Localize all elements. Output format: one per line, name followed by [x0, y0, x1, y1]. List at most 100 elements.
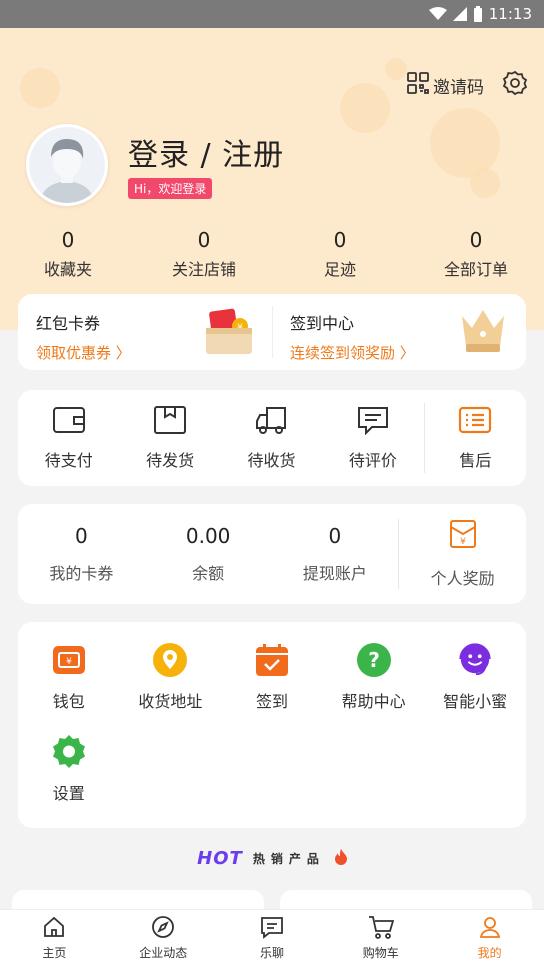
personal-rewards[interactable]: ¥ 个人奖励	[399, 519, 526, 589]
wallet-value: 0	[75, 524, 88, 548]
balance[interactable]: 0.00 余额	[145, 524, 272, 584]
stat-footprints[interactable]: 0 足迹	[275, 228, 405, 280]
tool-label: 签到	[255, 692, 288, 711]
box-icon	[153, 405, 187, 439]
stat-label: 收藏夹	[43, 260, 92, 279]
tab-cart[interactable]: 购物车	[326, 910, 435, 966]
calendar-check-icon	[254, 642, 290, 678]
status-time: 11:13	[488, 5, 532, 23]
stat-value: 0	[333, 228, 347, 252]
wallet-card-icon: ¥	[51, 642, 87, 678]
wallet-label: 提现账户	[302, 564, 367, 583]
tool-label: 钱包	[52, 692, 85, 711]
order-pending-review[interactable]: 待评价	[322, 405, 423, 471]
wifi-icon	[428, 7, 447, 21]
signal-icon	[452, 7, 467, 21]
tab-label: 主页	[42, 946, 67, 960]
promo-card: 红包卡券 领取优惠券 〉 ¥ 签到中心 连续签到领奖励 〉	[18, 294, 526, 370]
home-icon	[42, 915, 66, 942]
login-register-link[interactable]: 登录 / 注册	[128, 130, 284, 174]
cart-icon	[368, 915, 394, 942]
crown-icon	[458, 306, 508, 358]
orders-card: 待支付 待发货 待收货 待评价 售后	[18, 390, 526, 486]
wallet-label: 余额	[192, 564, 225, 583]
tab-mine[interactable]: 我的	[435, 910, 544, 966]
stat-label: 全部订单	[443, 260, 508, 279]
checkin-center-entry[interactable]: 签到中心 连续签到领奖励 〉	[272, 294, 526, 370]
order-label: 待评价	[348, 451, 397, 470]
hot-products-title: HOT 热销产品	[0, 848, 544, 869]
question-icon: ?	[356, 642, 392, 678]
chat-icon	[260, 915, 284, 942]
svg-text:¥: ¥	[66, 657, 72, 667]
tool-settings[interactable]: 设置	[18, 734, 120, 804]
header-actions: 邀请码	[407, 70, 528, 100]
robot-face-icon	[457, 642, 493, 678]
stats-row: 0 收藏夹 0 关注店铺 0 足迹 0 全部订单	[0, 228, 544, 280]
coupon-wallet-icon: ¥	[204, 306, 254, 360]
tool-checkin[interactable]: 签到	[221, 642, 323, 712]
tab-chat[interactable]: 乐聊	[218, 910, 327, 966]
wallet-label: 个人奖励	[430, 569, 495, 588]
gear-icon	[51, 734, 87, 770]
status-bar: 11:13	[0, 0, 544, 28]
order-after-sales[interactable]: 售后	[425, 405, 526, 471]
stat-value: 0	[61, 228, 75, 252]
tool-help-center[interactable]: ? 帮助中心	[323, 642, 425, 712]
order-label: 售后	[459, 451, 492, 470]
tab-label: 我的	[477, 946, 502, 960]
order-label: 待收货	[247, 451, 296, 470]
invite-code-label: 邀请码	[433, 77, 484, 98]
stat-all-orders[interactable]: 0 全部订单	[411, 228, 541, 280]
avatar[interactable]	[26, 124, 108, 206]
tool-label: 收货地址	[138, 692, 203, 711]
welcome-badge: Hi，欢迎登录	[128, 178, 213, 199]
order-label: 待支付	[44, 451, 93, 470]
location-pin-icon	[152, 642, 188, 678]
tab-home[interactable]: 主页	[0, 910, 109, 966]
tool-label: 设置	[52, 784, 85, 803]
wallet-label: 我的卡券	[49, 564, 114, 583]
coupons-entry[interactable]: 红包卡券 领取优惠券 〉 ¥	[18, 294, 272, 370]
tool-wallet[interactable]: ¥ 钱包	[18, 642, 120, 712]
order-pending-shipment[interactable]: 待发货	[119, 405, 220, 471]
red-envelope-icon: ¥	[448, 519, 478, 553]
wallet-card: 0 我的卡券 0.00 余额 0 提现账户 ¥ 个人奖励	[18, 504, 526, 604]
withdraw-account[interactable]: 0 提现账户	[272, 524, 399, 584]
order-pending-receipt[interactable]: 待收货	[221, 405, 322, 471]
qr-code-icon	[407, 71, 429, 99]
my-coupons[interactable]: 0 我的卡券	[18, 524, 145, 584]
wallet-value: 0.00	[185, 524, 231, 548]
stat-value: 0	[469, 228, 483, 252]
wallet-icon	[52, 405, 86, 439]
settings-gear-icon[interactable]	[502, 70, 528, 100]
tool-smart-assistant[interactable]: 智能小蜜	[424, 642, 526, 712]
tab-label: 购物车	[362, 946, 399, 960]
svg-text:¥: ¥	[460, 537, 466, 547]
hot-word: HOT	[197, 848, 243, 869]
tab-label: 乐聊	[259, 946, 284, 960]
user-icon	[478, 915, 502, 942]
order-label: 待发货	[146, 451, 195, 470]
hot-products-text: 热销产品	[252, 852, 325, 866]
stat-followed-shops[interactable]: 0 关注店铺	[139, 228, 269, 280]
battery-icon	[473, 6, 483, 22]
tool-shipping-address[interactable]: 收货地址	[120, 642, 222, 712]
flame-icon	[334, 848, 347, 869]
tool-label: 智能小蜜	[443, 692, 508, 711]
stat-value: 0	[197, 228, 211, 252]
invite-code-button[interactable]: 邀请码	[407, 71, 484, 99]
stat-favorites[interactable]: 0 收藏夹	[3, 228, 133, 280]
stat-label: 关注店铺	[171, 260, 236, 279]
svg-text:?: ?	[368, 648, 380, 672]
wallet-value: 0	[328, 524, 342, 548]
tab-company-news[interactable]: 企业动态	[109, 910, 218, 966]
order-pending-payment[interactable]: 待支付	[18, 405, 119, 471]
truck-icon	[255, 405, 289, 439]
tab-label: 企业动态	[139, 946, 188, 960]
tool-label: 帮助中心	[341, 692, 406, 711]
bottom-tab-bar: 主页 企业动态 乐聊 购物车 我的	[0, 909, 544, 966]
compass-icon	[151, 915, 175, 942]
tools-card: ¥ 钱包 收货地址 签到 ? 帮助中心 智能小蜜 设置	[18, 622, 526, 828]
comment-icon	[356, 405, 390, 439]
